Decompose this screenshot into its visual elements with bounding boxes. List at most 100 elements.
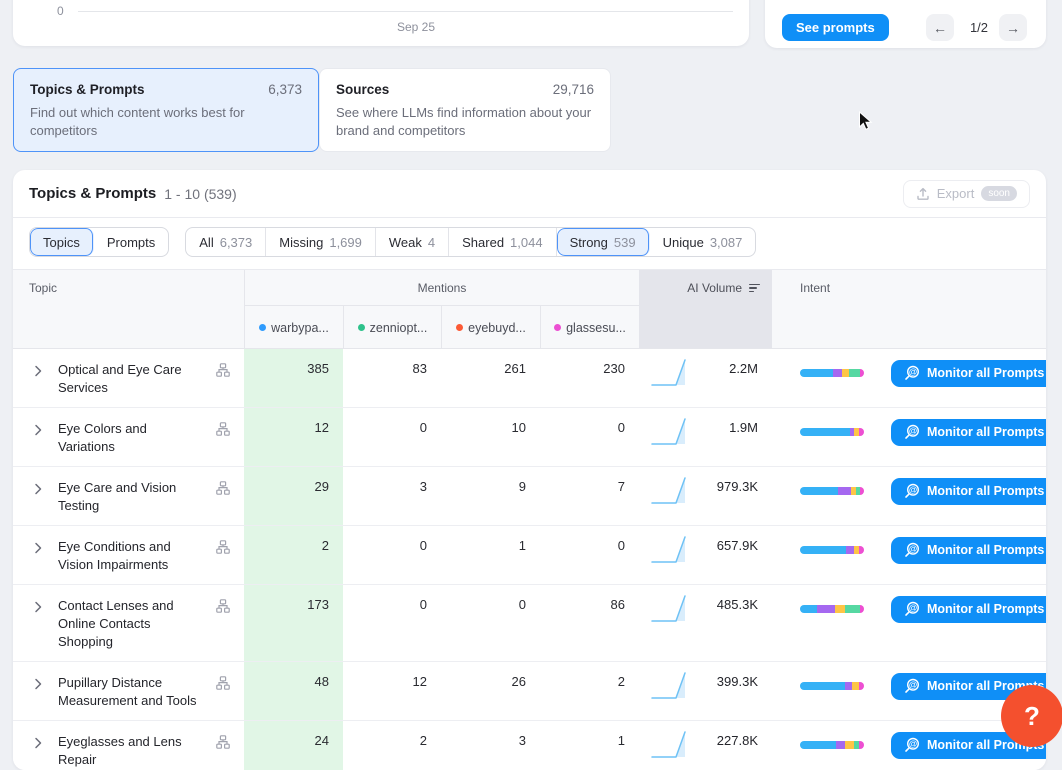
brand-color-dot bbox=[554, 324, 561, 331]
topic-hierarchy-icon[interactable] bbox=[216, 676, 230, 690]
see-prompts-button[interactable]: See prompts bbox=[782, 14, 889, 41]
mention-count-cell: 48 bbox=[244, 662, 343, 720]
topic-name[interactable]: Eye Conditions and Vision Impairments bbox=[58, 538, 204, 574]
nav-card-count: 29,716 bbox=[553, 82, 594, 97]
pagination-prev-button[interactable]: ← bbox=[926, 14, 954, 41]
topic-name[interactable]: Eye Care and Vision Testing bbox=[58, 479, 204, 515]
topic-hierarchy-icon[interactable] bbox=[216, 540, 230, 554]
view-tab-topics[interactable]: Topics bbox=[30, 228, 94, 256]
svg-text:@: @ bbox=[909, 739, 917, 749]
expand-chevron-icon[interactable] bbox=[34, 542, 42, 554]
pagination-label: 1/2 bbox=[959, 14, 999, 41]
filter-tab-count: 3,087 bbox=[710, 235, 743, 250]
column-header-ai-volume[interactable]: AI Volume bbox=[639, 270, 772, 306]
trend-chart-card: 0 Sep 25 bbox=[13, 0, 749, 46]
mention-count-cell: 9 bbox=[441, 467, 540, 525]
intent-distribution-bar bbox=[800, 605, 864, 613]
table-row[interactable]: Pupillary Distance Measurement and Tools… bbox=[13, 662, 1046, 721]
intent-segment-blue bbox=[800, 546, 846, 554]
topic-cell: Optical and Eye Care Services bbox=[13, 349, 244, 407]
monitor-all-prompts-button[interactable]: @Monitor all Prompts bbox=[891, 537, 1046, 564]
export-icon bbox=[916, 187, 930, 201]
intent-segment-pink bbox=[860, 605, 864, 613]
intent-segment-green bbox=[845, 605, 860, 613]
filter-tab-all[interactable]: All6,373 bbox=[186, 228, 266, 256]
ai-volume-cell: 227.8K bbox=[639, 721, 772, 770]
brand-column-header[interactable]: glassesu... bbox=[540, 306, 639, 349]
monitor-all-prompts-button[interactable]: @Monitor all Prompts bbox=[891, 360, 1046, 387]
ai-volume-cell: 399.3K bbox=[639, 662, 772, 720]
intent-cell: @Monitor all Prompts bbox=[772, 662, 1046, 703]
expand-chevron-icon[interactable] bbox=[34, 365, 42, 377]
topic-name[interactable]: Pupillary Distance Measurement and Tools bbox=[58, 674, 204, 710]
intent-distribution-bar bbox=[800, 369, 864, 377]
y-axis-tick-zero: 0 bbox=[57, 4, 64, 18]
intent-distribution-bar bbox=[800, 428, 864, 436]
intent-segment-blue bbox=[800, 487, 838, 495]
topic-name[interactable]: Contact Lenses and Online Contacts Shopp… bbox=[58, 597, 204, 651]
intent-cell: @Monitor all Prompts bbox=[772, 526, 1046, 567]
expand-chevron-icon[interactable] bbox=[34, 483, 42, 495]
topic-hierarchy-icon[interactable] bbox=[216, 422, 230, 436]
monitor-search-at-icon: @ bbox=[904, 678, 920, 694]
filter-tab-shared[interactable]: Shared1,044 bbox=[449, 228, 556, 256]
pagination-next-button[interactable]: → bbox=[999, 14, 1027, 41]
mention-count-cell: 385 bbox=[244, 349, 343, 407]
column-header-intent[interactable]: Intent bbox=[772, 270, 1046, 306]
topic-hierarchy-icon[interactable] bbox=[216, 735, 230, 749]
monitor-all-prompts-button[interactable]: @Monitor all Prompts bbox=[891, 419, 1046, 446]
view-tab-prompts[interactable]: Prompts bbox=[94, 228, 168, 256]
intent-segment-pink bbox=[859, 741, 864, 749]
nav-card-sources[interactable]: Sources 29,716 See where LLMs find infor… bbox=[319, 68, 611, 152]
mention-count-cell: 173 bbox=[244, 585, 343, 661]
topic-hierarchy-icon[interactable] bbox=[216, 481, 230, 495]
topics-prompts-table-card: Topics & Prompts 1 - 10 (539) Export soo… bbox=[13, 170, 1046, 770]
filter-tab-missing[interactable]: Missing1,699 bbox=[266, 228, 376, 256]
table-row[interactable]: Eye Colors and Variations1201001.9M@Moni… bbox=[13, 408, 1046, 467]
filter-tab-count: 1,044 bbox=[510, 235, 543, 250]
table-row[interactable]: Eye Care and Vision Testing29397979.3K@M… bbox=[13, 467, 1046, 526]
topic-name[interactable]: Optical and Eye Care Services bbox=[58, 361, 204, 397]
topic-hierarchy-icon[interactable] bbox=[216, 363, 230, 377]
intent-segment-purple bbox=[845, 682, 852, 690]
monitor-button-label: Monitor all Prompts bbox=[927, 543, 1044, 557]
export-label: Export bbox=[937, 186, 975, 201]
filter-tab-weak[interactable]: Weak4 bbox=[376, 228, 449, 256]
topic-name[interactable]: Eyeglasses and Lens Repair bbox=[58, 733, 204, 769]
filter-tab-label: Missing bbox=[279, 235, 323, 250]
table-row[interactable]: Optical and Eye Care Services38583261230… bbox=[13, 349, 1046, 408]
monitor-search-at-icon: @ bbox=[904, 483, 920, 499]
brand-column-header[interactable]: eyebuyd... bbox=[441, 306, 540, 349]
brand-column-header[interactable]: warbypa... bbox=[244, 306, 343, 349]
filter-tab-strong[interactable]: Strong539 bbox=[557, 228, 650, 256]
filter-tab-unique[interactable]: Unique3,087 bbox=[650, 228, 756, 256]
table-row[interactable]: Eye Conditions and Vision Impairments201… bbox=[13, 526, 1046, 585]
expand-chevron-icon[interactable] bbox=[34, 601, 42, 613]
column-header-topic[interactable]: Topic bbox=[13, 270, 244, 306]
expand-chevron-icon[interactable] bbox=[34, 678, 42, 690]
topic-name[interactable]: Eye Colors and Variations bbox=[58, 420, 204, 456]
expand-chevron-icon[interactable] bbox=[34, 424, 42, 436]
help-button[interactable]: ? bbox=[1001, 685, 1062, 747]
monitor-button-label: Monitor all Prompts bbox=[927, 366, 1044, 380]
nav-card-topics-prompts[interactable]: Topics & Prompts 6,373 Find out which co… bbox=[13, 68, 319, 152]
intent-segment-yellow bbox=[845, 741, 854, 749]
ai-volume-cell: 485.3K bbox=[639, 585, 772, 661]
topic-hierarchy-icon[interactable] bbox=[216, 599, 230, 613]
mention-count-cell: 2 bbox=[540, 662, 639, 720]
table-row[interactable]: Eyeglasses and Lens Repair24231227.8K@Mo… bbox=[13, 721, 1046, 770]
intent-cell: @Monitor all Prompts bbox=[772, 585, 1046, 626]
svg-text:@: @ bbox=[909, 680, 917, 690]
brand-column-header[interactable]: zenniopt... bbox=[343, 306, 441, 349]
intent-segment-yellow bbox=[835, 605, 845, 613]
sort-descending-icon[interactable] bbox=[749, 284, 760, 293]
monitor-all-prompts-button[interactable]: @Monitor all Prompts bbox=[891, 596, 1046, 623]
export-button[interactable]: Export soon bbox=[903, 180, 1030, 208]
filter-tab-label: Weak bbox=[389, 235, 422, 250]
column-header-mentions[interactable]: Mentions bbox=[244, 270, 639, 306]
monitor-all-prompts-button[interactable]: @Monitor all Prompts bbox=[891, 478, 1046, 505]
mention-count-cell: 12 bbox=[343, 662, 441, 720]
ai-volume-sparkline bbox=[650, 474, 690, 511]
table-row[interactable]: Contact Lenses and Online Contacts Shopp… bbox=[13, 585, 1046, 662]
filter-tab-count: 539 bbox=[614, 235, 636, 250]
